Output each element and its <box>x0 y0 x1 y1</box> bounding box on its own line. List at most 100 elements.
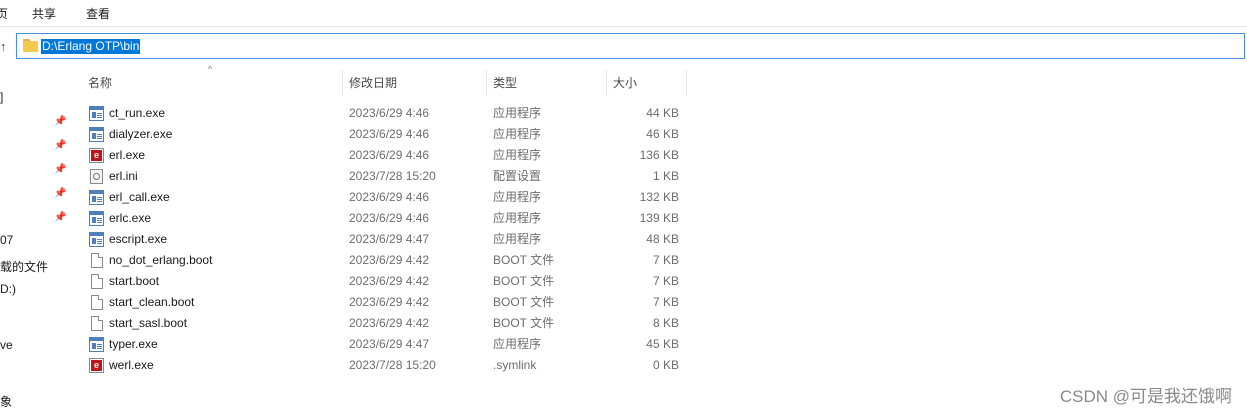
file-name: erl_call.exe <box>109 190 170 204</box>
pin-icon[interactable]: 📌 <box>54 189 66 199</box>
file-size: 8 KB <box>652 316 679 330</box>
file-name: ct_run.exe <box>109 106 166 120</box>
file-date: 2023/6/29 4:42 <box>349 274 430 288</box>
erlang-icon: e <box>89 358 104 373</box>
file-size: 45 KB <box>646 337 679 351</box>
file-row[interactable]: escript.exe 2023/6/29 4:47 应用程序 48 KB <box>84 229 684 250</box>
file-date: 2023/7/28 15:20 <box>349 169 436 183</box>
file-name: werl.exe <box>109 358 154 372</box>
file-name: dialyzer.exe <box>109 127 173 141</box>
file-date: 2023/6/29 4:47 <box>349 232 430 246</box>
nav-item-downloads[interactable]: 载的文件 <box>0 258 48 275</box>
column-header: ^ 名称 修改日期 类型 大小 <box>80 64 688 98</box>
file-row[interactable]: erlc.exe 2023/6/29 4:46 应用程序 139 KB <box>84 208 684 229</box>
file-name: erl.ini <box>109 169 138 183</box>
file-type: 应用程序 <box>493 148 542 162</box>
file-row[interactable]: e erl.exe 2023/6/29 4:46 应用程序 136 KB <box>84 145 684 166</box>
erlang-icon: e <box>89 148 104 163</box>
watermark: CSDN @可是我还饿啊 <box>1059 387 1232 406</box>
file-icon <box>91 253 103 268</box>
exe-icon <box>89 337 104 352</box>
file-type: 配置设置 <box>493 169 542 183</box>
column-divider[interactable] <box>486 70 487 96</box>
folder-icon <box>23 39 38 53</box>
ribbon-tab-home[interactable]: 页 <box>0 5 8 22</box>
file-type: .symlink <box>493 358 537 372</box>
exe-icon <box>89 232 104 247</box>
file-name: start_clean.boot <box>109 295 195 309</box>
file-date: 2023/6/29 4:46 <box>349 148 430 162</box>
pin-icon[interactable]: 📌 <box>54 165 66 175</box>
exe-icon <box>89 190 104 205</box>
file-row[interactable]: erl.ini 2023/7/28 15:20 配置设置 1 KB <box>84 166 684 187</box>
navigation-pane: ] 📌 📌 📌 📌 📌 07 载的文件 D:) ve 象 <box>0 60 70 413</box>
file-size: 44 KB <box>646 106 679 120</box>
file-date: 2023/7/28 15:20 <box>349 358 436 372</box>
file-row[interactable]: start_sasl.boot 2023/6/29 4:42 BOOT 文件 8… <box>84 313 684 334</box>
file-icon <box>91 295 103 310</box>
nav-item[interactable]: ] <box>0 90 3 104</box>
file-date: 2023/6/29 4:42 <box>349 316 430 330</box>
file-row[interactable]: start.boot 2023/6/29 4:42 BOOT 文件 7 KB <box>84 271 684 292</box>
column-divider[interactable] <box>686 70 687 96</box>
nav-item-drive[interactable]: D:) <box>0 282 16 296</box>
pin-icon[interactable]: 📌 <box>54 141 66 151</box>
file-date: 2023/6/29 4:46 <box>349 211 430 225</box>
file-row[interactable]: no_dot_erlang.boot 2023/6/29 4:42 BOOT 文… <box>84 250 684 271</box>
file-size: 7 KB <box>652 274 679 288</box>
file-date: 2023/6/29 4:46 <box>349 127 430 141</box>
column-name[interactable]: 名称 <box>88 68 112 98</box>
file-size: 1 KB <box>652 169 679 183</box>
file-row[interactable]: e werl.exe 2023/7/28 15:20 .symlink 0 KB <box>84 355 684 376</box>
file-date: 2023/6/29 4:46 <box>349 190 430 204</box>
column-size[interactable]: 大小 <box>613 68 637 98</box>
nav-item[interactable]: ve <box>0 338 13 352</box>
file-name: erl.exe <box>109 148 146 162</box>
file-date: 2023/6/29 4:42 <box>349 295 430 309</box>
file-type: 应用程序 <box>493 232 542 246</box>
pin-icon[interactable]: 📌 <box>54 117 66 127</box>
file-icon <box>91 316 103 331</box>
file-name: start_sasl.boot <box>109 316 188 330</box>
file-type: BOOT 文件 <box>493 316 555 330</box>
up-arrow-icon[interactable]: ↑ <box>0 38 14 56</box>
file-type: 应用程序 <box>493 190 542 204</box>
file-row[interactable]: erl_call.exe 2023/6/29 4:46 应用程序 132 KB <box>84 187 684 208</box>
address-path[interactable]: D:\Erlang OTP\bin <box>41 39 141 54</box>
pin-icon[interactable]: 📌 <box>54 213 66 223</box>
ribbon: 页 共享 查看 <box>0 0 1247 27</box>
file-row[interactable]: ct_run.exe 2023/6/29 4:46 应用程序 44 KB <box>84 103 684 124</box>
file-type: BOOT 文件 <box>493 295 555 309</box>
file-size: 132 KB <box>639 190 679 204</box>
file-type: 应用程序 <box>493 127 542 141</box>
nav-item[interactable]: 象 <box>0 393 12 410</box>
exe-icon <box>89 211 104 226</box>
file-row[interactable]: typer.exe 2023/6/29 4:47 应用程序 45 KB <box>84 334 684 355</box>
file-size: 136 KB <box>639 148 679 162</box>
exe-icon <box>89 106 104 121</box>
exe-icon <box>89 127 104 142</box>
file-row[interactable]: start_clean.boot 2023/6/29 4:42 BOOT 文件 … <box>84 292 684 313</box>
column-type[interactable]: 类型 <box>493 68 517 98</box>
file-type: 应用程序 <box>493 337 542 351</box>
column-divider[interactable] <box>342 70 343 96</box>
column-date[interactable]: 修改日期 <box>349 68 397 98</box>
file-type: 应用程序 <box>493 106 542 120</box>
address-bar[interactable]: D:\Erlang OTP\bin <box>16 33 1245 59</box>
file-name: no_dot_erlang.boot <box>109 253 213 267</box>
nav-item[interactable]: 07 <box>0 233 13 247</box>
file-name: erlc.exe <box>109 211 152 225</box>
file-date: 2023/6/29 4:46 <box>349 106 430 120</box>
file-size: 139 KB <box>639 211 679 225</box>
file-type: 应用程序 <box>493 211 542 225</box>
column-divider[interactable] <box>606 70 607 96</box>
ini-icon <box>90 169 103 184</box>
file-name: escript.exe <box>109 232 168 246</box>
file-name: typer.exe <box>109 337 158 351</box>
file-row[interactable]: dialyzer.exe 2023/6/29 4:46 应用程序 46 KB <box>84 124 684 145</box>
file-size: 48 KB <box>646 232 679 246</box>
ribbon-tab-share[interactable]: 共享 <box>32 5 56 22</box>
file-size: 0 KB <box>652 358 679 372</box>
ribbon-tab-view[interactable]: 查看 <box>86 5 110 22</box>
file-date: 2023/6/29 4:47 <box>349 337 430 351</box>
